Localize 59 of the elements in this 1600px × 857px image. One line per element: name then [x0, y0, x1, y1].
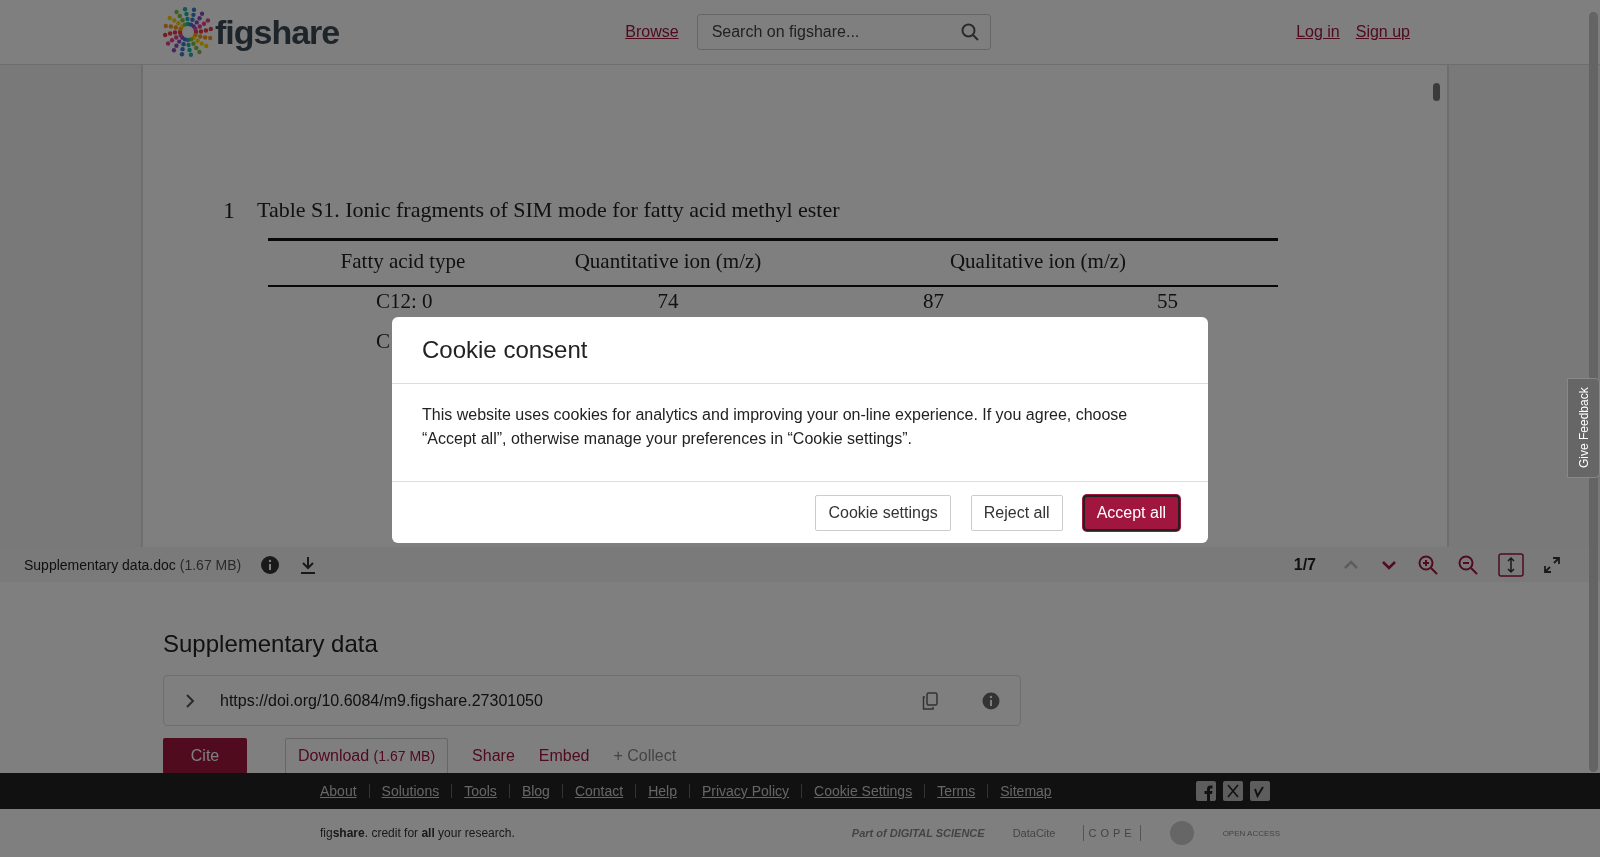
- partner-logo[interactable]: DataCite: [1012, 827, 1056, 839]
- browse-link[interactable]: Browse: [625, 23, 679, 41]
- partner-logo[interactable]: COPE: [1083, 825, 1141, 841]
- page-counter: 1/7: [1293, 555, 1316, 574]
- line-number: 1: [223, 197, 235, 224]
- doi-link[interactable]: https://doi.org/10.6084/m9.figshare.27301050: [220, 691, 543, 710]
- search-icon[interactable]: [960, 23, 979, 41]
- dialog-text: This website uses cookies for analytics and improving your on-line experience. If you agree, choose “Accept all”, otherwise manage your preferences in “Cookie settings”.: [422, 405, 1129, 449]
- auth-link[interactable]: Log in: [1296, 23, 1340, 41]
- footer-link[interactable]: Cookie Settings: [814, 783, 913, 799]
- table-cell: 87: [923, 289, 944, 313]
- dialog-button[interactable]: Reject all: [970, 494, 1063, 531]
- footer-link[interactable]: Terms: [937, 783, 976, 799]
- table-cell: C12: 0: [376, 289, 433, 313]
- item-title: Supplementary data: [163, 630, 379, 658]
- action-link[interactable]: Embed: [538, 747, 590, 765]
- footer-link[interactable]: Privacy Policy: [701, 783, 790, 799]
- chevron-right-icon[interactable]: [184, 692, 196, 709]
- dialog-button[interactable]: Cookie settings: [815, 494, 951, 531]
- info-icon[interactable]: [982, 691, 1000, 710]
- table-cell: 55: [1157, 289, 1178, 313]
- info-icon[interactable]: [261, 555, 280, 574]
- dialog-title: Cookie consent: [422, 336, 588, 364]
- logo[interactable]: figshare: [215, 12, 340, 52]
- footer-link[interactable]: Blog: [521, 783, 550, 799]
- x-icon[interactable]: [1223, 781, 1243, 801]
- column-header: Fatty acid type: [268, 239, 538, 286]
- tagline: figshare. credit for all your research.: [320, 826, 515, 840]
- column-header: Qualitative ion (m/z): [798, 239, 1278, 286]
- footer-link[interactable]: Tools: [464, 783, 497, 799]
- footer-link[interactable]: Solutions: [381, 783, 440, 799]
- feedback-tab[interactable]: Give Feedback: [1567, 378, 1600, 478]
- footer-link[interactable]: Contact: [574, 783, 624, 799]
- footer-link[interactable]: Help: [648, 783, 677, 799]
- download-icon[interactable]: [299, 555, 318, 574]
- fit-height-icon[interactable]: [1498, 552, 1524, 577]
- copy-icon[interactable]: [922, 691, 938, 710]
- partner-logo[interactable]: Part of DIGITAL SCIENCE: [851, 827, 985, 839]
- file-size: (1.67 MB): [179, 556, 242, 573]
- action-link[interactable]: Share: [472, 747, 515, 765]
- facebook-icon[interactable]: [1196, 781, 1216, 801]
- footer-link[interactable]: About: [320, 783, 357, 799]
- search-field[interactable]: Search on figshare...: [696, 14, 991, 50]
- footer-link[interactable]: Sitemap: [1000, 783, 1052, 799]
- fullscreen-icon[interactable]: [1544, 556, 1560, 573]
- table-cell: C: [376, 329, 390, 353]
- file-name: Supplementary data.doc: [24, 556, 176, 573]
- zoom-out-icon[interactable]: [1458, 554, 1478, 575]
- dialog-button[interactable]: Accept all: [1082, 494, 1180, 531]
- scrollbar[interactable]: [1433, 83, 1440, 101]
- cite-button[interactable]: Cite: [163, 738, 247, 774]
- table-cell: 74: [657, 289, 679, 313]
- table-caption: Table S1. Ionic fragments of SIM mode for fatty acid methyl ester: [257, 197, 840, 224]
- column-header: Quantitative ion (m/z): [538, 239, 798, 286]
- download-button[interactable]: Download (1.67 MB): [285, 738, 449, 774]
- collect-link[interactable]: + Collect: [613, 747, 677, 765]
- logo-icon: [163, 7, 213, 57]
- zoom-in-icon[interactable]: [1418, 554, 1438, 575]
- auth-link[interactable]: Sign up: [1355, 23, 1410, 41]
